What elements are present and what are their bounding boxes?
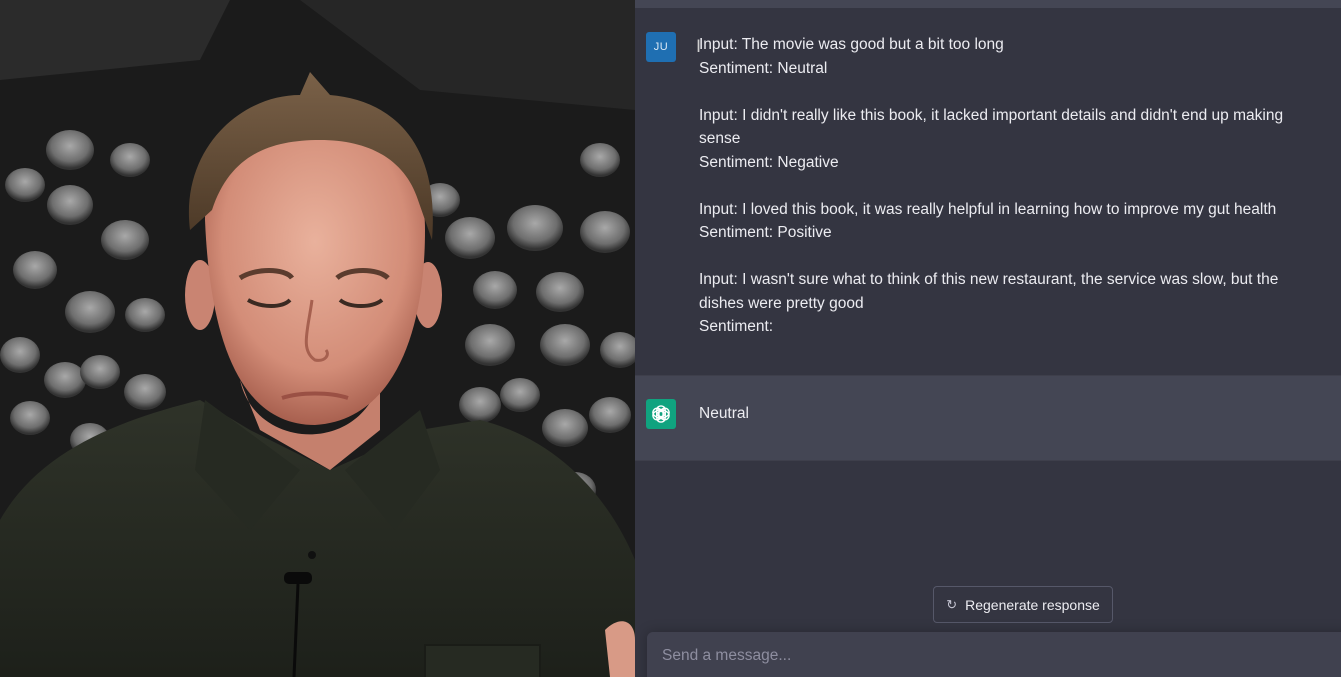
prompt-blank-line [699, 174, 1319, 198]
regenerate-response-label: Regenerate response [965, 596, 1100, 613]
message-input[interactable] [662, 643, 1302, 669]
prompt-line: Sentiment: Negative [699, 153, 839, 171]
prompt-blank-line [699, 245, 1319, 269]
assistant-message: Neutral [635, 375, 1341, 461]
webcam-video-feed [0, 0, 635, 677]
presenter-video-image [0, 0, 635, 677]
assistant-avatar [646, 399, 676, 429]
prompt-line: Sentiment: [699, 318, 774, 335]
prompt-line: Sentiment: Neutral [699, 59, 828, 77]
prompt-line: Input: The movie was good but a bit too … [699, 36, 1004, 53]
user-message: JU Input: The movie was good but a bit t… [635, 8, 1341, 375]
user-message-text[interactable]: Input: The movie was good but a bit too … [699, 33, 1319, 339]
message-composer [647, 632, 1341, 677]
prompt-line: Input: I loved this book, it was really … [699, 200, 1277, 218]
refresh-icon: ↻ [946, 596, 958, 612]
text-cursor-icon: I [696, 37, 702, 57]
openai-logo-icon [652, 405, 670, 423]
prompt-line: Input: I didn't really like this book, i… [699, 106, 1284, 124]
assistant-reply-text[interactable]: Neutral [699, 403, 749, 425]
user-avatar: JU [646, 32, 676, 62]
regenerate-response-button[interactable]: ↻ Regenerate response [933, 586, 1113, 623]
previous-message-edge [635, 0, 1341, 8]
prompt-line: Input: I wasn't sure what to think of th… [699, 271, 1279, 288]
chat-panel: JU Input: The movie was good but a bit t… [635, 0, 1341, 677]
prompt-blank-line [699, 80, 1319, 104]
prompt-line: sense [699, 130, 741, 147]
prompt-line: dishes were pretty good [699, 294, 864, 312]
user-avatar-initials: JU [653, 41, 669, 53]
prompt-line: Sentiment: Positive [699, 224, 832, 241]
